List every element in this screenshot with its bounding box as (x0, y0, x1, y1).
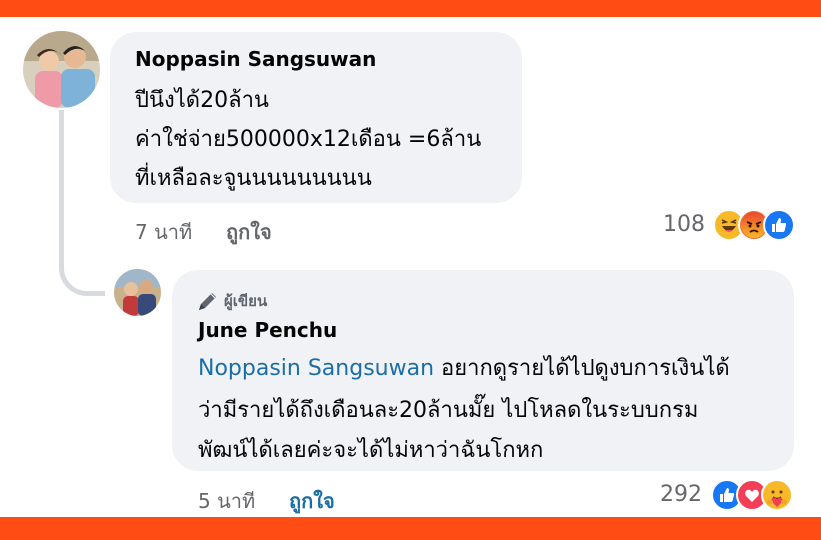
comment-text-line: ค่าใช่จ่าย500000x12เดือน =6ล้าน (135, 127, 482, 152)
reaction-summary[interactable] (713, 209, 795, 241)
reaction-count[interactable]: 108 (663, 212, 705, 237)
comment-text-line: ที่เหลือละจูนนนนนนนนน (135, 166, 372, 191)
avatar[interactable] (114, 269, 161, 316)
reply-text-line: ว่ามีรายได้ถึงเดือนละ20ล้านมั๊ย ไปโหลดใน… (198, 398, 699, 423)
comment-text-line: ปีนึงได้20ล้าน (135, 88, 269, 113)
reply-thread-line (59, 110, 105, 296)
reply-author[interactable]: June Penchu (198, 318, 337, 342)
like-icon (763, 209, 795, 241)
reply-text-segment: อยากดูรายได้ไปดูงบการเงินได้ (434, 356, 730, 381)
like-button[interactable]: ถูกใจ (226, 216, 272, 248)
pen-icon (199, 293, 216, 310)
like-button[interactable]: ถูกใจ (289, 485, 335, 517)
care-icon (761, 479, 793, 511)
reaction-count[interactable]: 292 (660, 482, 702, 507)
reply-timestamp[interactable]: 5 นาที (198, 485, 255, 517)
mention-link[interactable]: Noppasin Sangsuwan (198, 356, 434, 381)
comment-author[interactable]: Noppasin Sangsuwan (135, 47, 376, 71)
reply-text-line: Noppasin Sangsuwan อยากดูรายได้ไปดูงบการ… (198, 350, 730, 385)
top-border-bar (0, 0, 821, 17)
author-badge: ผู้เขียน (196, 289, 267, 313)
reaction-summary[interactable] (711, 479, 793, 511)
author-badge-label: ผู้เขียน (224, 292, 268, 310)
reply-text-line: พัฒน์ได้เลยค่ะจะได้ไม่หาว่าฉันโกหก (198, 438, 544, 463)
bottom-border-bar (0, 517, 821, 540)
comment-timestamp[interactable]: 7 นาที (135, 216, 192, 248)
avatar[interactable] (23, 31, 100, 108)
